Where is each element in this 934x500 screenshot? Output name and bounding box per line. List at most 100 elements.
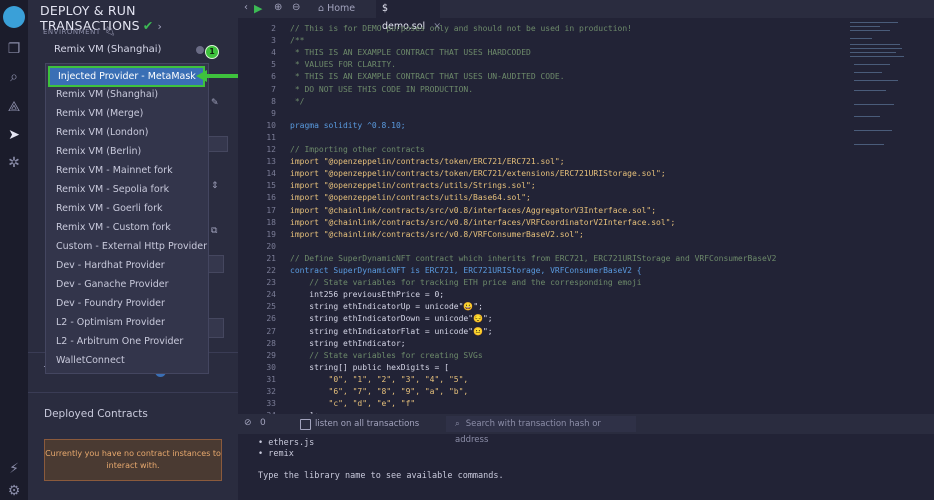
stepper-icon[interactable]: ⇕ xyxy=(211,181,219,191)
deploy-run-icon[interactable]: ➤ xyxy=(5,126,23,144)
listen-checkbox[interactable] xyxy=(300,419,311,430)
line-number: 32 xyxy=(266,387,276,396)
line-number: 21 xyxy=(266,253,276,263)
clear-console-icon[interactable]: ⊘ xyxy=(244,418,252,428)
line-number: 13 xyxy=(266,157,276,167)
line-number: 9 xyxy=(271,108,276,118)
file-explorer-icon[interactable]: ❐ xyxy=(5,40,23,58)
editor-area: ‹ ▶ ⊕ ⊖ ⌂ Home $ demo.sol × 2 3 4 5 6 7 8 9 10 11 1… xyxy=(238,0,934,500)
code-minimap[interactable] xyxy=(848,20,928,170)
line-number: 27 xyxy=(266,326,276,336)
pending-tx-count: 0 xyxy=(260,418,266,428)
code-line: import "@chainlink/contracts/src/v0.8/in… xyxy=(290,217,676,227)
dropdown-option[interactable]: Remix VM - Sepolia fork xyxy=(46,180,208,199)
solidity-compiler-icon[interactable]: ⟁ xyxy=(5,98,23,116)
code-editor[interactable]: // This is for DEMO purposes only and sh… xyxy=(290,20,810,414)
line-number: 18 xyxy=(266,217,276,227)
plugin-manager-icon[interactable]: ⚡ xyxy=(5,460,23,478)
copy-icon[interactable]: ⧉ xyxy=(211,226,217,236)
line-number: 25 xyxy=(266,302,276,312)
dropdown-option[interactable]: Remix VM - Mainnet fork xyxy=(46,161,208,180)
environment-label-text: ENVIRONMENT xyxy=(43,28,101,36)
code-line: string ethIndicatorDown = unicode"😔"; xyxy=(290,314,493,324)
no-contracts-notice: Currently you have no contract instances… xyxy=(44,439,222,481)
code-line: * THIS IS AN EXAMPLE CONTRACT THAT USES … xyxy=(290,72,565,82)
code-line: "c", "d", "e", "f" xyxy=(290,399,416,409)
line-number: 30 xyxy=(266,362,276,372)
icon-sidebar: ❐ ⌕ ⟁ ➤ ✲ ⚡ ⚙ xyxy=(0,0,28,500)
dropdown-option[interactable]: Remix VM (Berlin) xyxy=(46,142,208,161)
line-number: 4 xyxy=(271,48,276,58)
line-number: 23 xyxy=(266,278,276,288)
line-number: 19 xyxy=(266,229,276,239)
code-line: pragma solidity ^0.8.10; xyxy=(290,120,406,130)
line-number: 22 xyxy=(266,266,276,275)
solidity-icon: $ xyxy=(382,3,389,14)
dropdown-option[interactable]: Dev - Ganache Provider xyxy=(46,275,208,294)
zoom-out-icon[interactable]: ⊖ xyxy=(292,2,300,13)
line-number-gutter: 2 3 4 5 6 7 8 9 10 11 12 13 14 15 16 17 18 19 20 21 22 23 24 25… xyxy=(238,20,278,420)
terminal-line: • remix xyxy=(258,449,294,459)
code-line: * VALUES FOR CLARITY. xyxy=(290,60,396,70)
settings-icon[interactable]: ⚙ xyxy=(5,482,23,500)
code-line: string ethIndicatorUp = unicode"😀"; xyxy=(290,302,483,312)
dropdown-option[interactable]: Remix VM - Custom fork xyxy=(46,218,208,237)
code-line: int256 previousEthPrice = 0; xyxy=(290,290,445,300)
code-line: import "@chainlink/contracts/src/v0.8/VR… xyxy=(290,229,584,239)
dropdown-option[interactable]: Remix VM (London) xyxy=(46,123,208,142)
dropdown-option[interactable]: Remix VM (Merge) xyxy=(46,104,208,123)
line-number: 26 xyxy=(266,314,276,324)
dropdown-option[interactable]: Dev - Foundry Provider xyxy=(46,294,208,313)
code-line: string[] public hexDigits = [ xyxy=(290,362,449,372)
dropdown-option[interactable]: Remix VM - Goerli fork xyxy=(46,199,208,218)
dropdown-option[interactable]: L2 - Optimism Provider xyxy=(46,313,208,332)
chevron-right-icon[interactable]: › xyxy=(157,20,162,33)
code-line: * THIS IS AN EXAMPLE CONTRACT THAT USES … xyxy=(290,48,531,58)
dropdown-option[interactable]: Injected Provider - MetaMask xyxy=(48,66,205,87)
line-number: 8 xyxy=(271,96,276,106)
terminal-output[interactable]: • ethers.js • remix Type the library name … xyxy=(258,434,918,500)
code-line: import "@openzeppelin/contracts/token/ER… xyxy=(290,157,565,167)
line-number: 28 xyxy=(266,338,276,348)
tab-home[interactable]: ⌂ Home xyxy=(312,0,374,18)
debugger-icon[interactable]: ✲ xyxy=(5,154,23,172)
line-number: 17 xyxy=(266,205,276,215)
dropdown-option[interactable]: Remix VM (Shanghai) xyxy=(46,85,208,104)
plug-icon: 🔌︎ xyxy=(103,27,116,37)
code-line: // State variables for tracking ETH pric… xyxy=(290,278,642,288)
line-number: 29 xyxy=(266,350,276,360)
deployed-contracts-title: Deployed Contracts xyxy=(44,408,148,420)
environment-label: ENVIRONMENT 🔌︎ xyxy=(43,27,116,37)
line-number: 33 xyxy=(266,399,276,409)
environment-dropdown-menu: Injected Provider - MetaMask Remix VM (Sh… xyxy=(45,63,209,374)
annotation-arrow-head xyxy=(196,70,207,82)
code-line: import "@openzeppelin/contracts/token/ER… xyxy=(290,169,666,179)
dropdown-option[interactable]: Custom - External Http Provider xyxy=(46,237,208,256)
run-icon[interactable]: ▶ xyxy=(254,2,262,15)
code-line: "6", "7", "8", "9", "a", "b", xyxy=(290,387,469,396)
edit-icon[interactable]: ✎ xyxy=(211,98,219,108)
step-badge-1: 1 xyxy=(205,45,219,59)
remix-logo-icon[interactable] xyxy=(3,6,25,28)
code-line: import "@chainlink/contracts/src/v0.8/in… xyxy=(290,205,657,215)
line-number: 20 xyxy=(266,241,276,251)
line-number: 11 xyxy=(266,132,276,142)
tab-demo-sol[interactable]: $ demo.sol × xyxy=(376,0,441,32)
code-line: // This is for DEMO purposes only and sh… xyxy=(290,24,632,33)
chevron-left-icon[interactable]: ‹ xyxy=(244,2,248,13)
code-line: */ xyxy=(290,96,305,106)
code-line: string ethIndicatorFlat = unicode"😐"; xyxy=(290,326,493,336)
transaction-search-input[interactable]: ⌕ Search with transaction hash or address xyxy=(446,416,636,445)
line-number: 14 xyxy=(266,169,276,179)
search-icon[interactable]: ⌕ xyxy=(5,68,23,86)
code-line: /** xyxy=(290,36,305,46)
line-number: 31 xyxy=(266,374,276,384)
environment-select[interactable]: Remix VM (Shanghai) xyxy=(45,41,210,59)
zoom-in-icon[interactable]: ⊕ xyxy=(274,2,282,13)
dropdown-option[interactable]: WalletConnect xyxy=(46,351,208,370)
line-number: 7 xyxy=(271,84,276,94)
listen-label: listen on all transactions xyxy=(315,419,420,429)
dropdown-option[interactable]: Dev - Hardhat Provider xyxy=(46,256,208,275)
code-line: * DO NOT USE THIS CODE IN PRODUCTION. xyxy=(290,84,474,94)
dropdown-option[interactable]: L2 - Arbitrum One Provider xyxy=(46,332,208,351)
